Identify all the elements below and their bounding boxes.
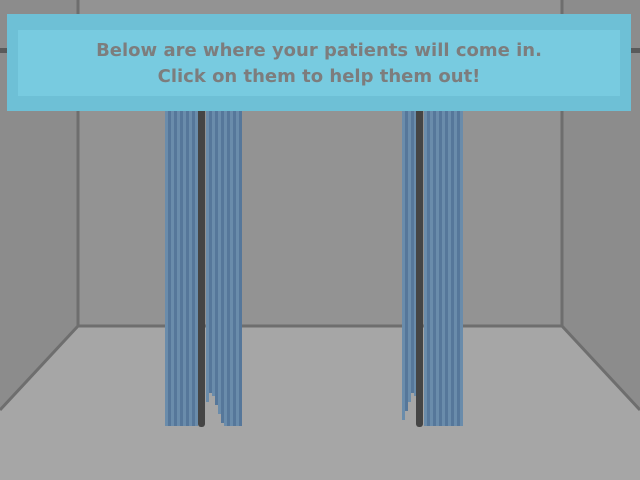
tutorial-text: Below are where your patients will come … <box>7 38 631 90</box>
curtain-right[interactable] <box>402 95 463 427</box>
curtain-pole-right <box>416 95 423 427</box>
tutorial-line-1: Below are where your patients will come … <box>96 40 542 61</box>
hospital-room-scene: Below are where your patients will come … <box>0 0 640 480</box>
tutorial-banner: Below are where your patients will come … <box>7 14 631 111</box>
tutorial-line-2: Click on them to help them out! <box>157 66 481 87</box>
curtain-pole-left <box>198 95 205 427</box>
floor <box>0 326 640 480</box>
curtain-left[interactable] <box>165 95 242 427</box>
